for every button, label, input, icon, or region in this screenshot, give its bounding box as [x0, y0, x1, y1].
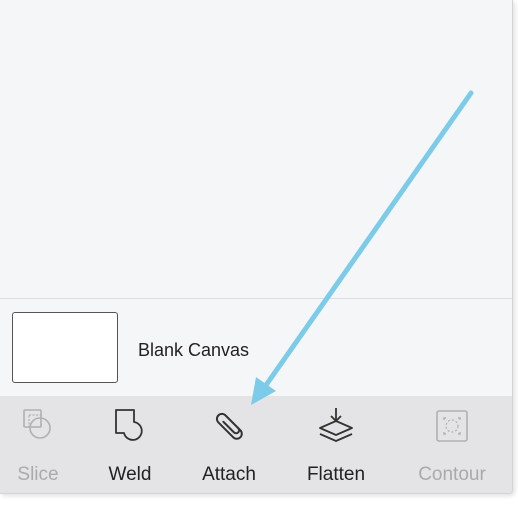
flatten-icon: [316, 406, 356, 446]
attach-label: Attach: [202, 464, 256, 485]
blank-canvas-row[interactable]: Blank Canvas: [0, 299, 512, 396]
slice-button[interactable]: Slice: [0, 396, 88, 493]
layers-list: [0, 0, 512, 298]
attach-button[interactable]: Attach: [179, 396, 279, 493]
flatten-button[interactable]: Flatten: [286, 396, 386, 493]
canvas-label: Blank Canvas: [138, 340, 250, 360]
canvas-thumbnail[interactable]: [12, 312, 118, 383]
layers-panel: Blank Canvas Slice Weld Attach Flatten C…: [0, 0, 513, 494]
weld-icon: [110, 406, 150, 446]
contour-button[interactable]: Contour: [402, 396, 502, 493]
slice-label: Slice: [17, 464, 59, 485]
slice-icon: [18, 406, 58, 446]
contour-label: Contour: [418, 464, 486, 485]
weld-button[interactable]: Weld: [80, 396, 180, 493]
layer-toolbar: Slice Weld Attach Flatten Contour: [0, 396, 512, 493]
contour-icon: [432, 406, 472, 446]
paperclip-icon: [209, 406, 249, 446]
weld-label: Weld: [108, 464, 152, 485]
flatten-label: Flatten: [306, 464, 366, 485]
